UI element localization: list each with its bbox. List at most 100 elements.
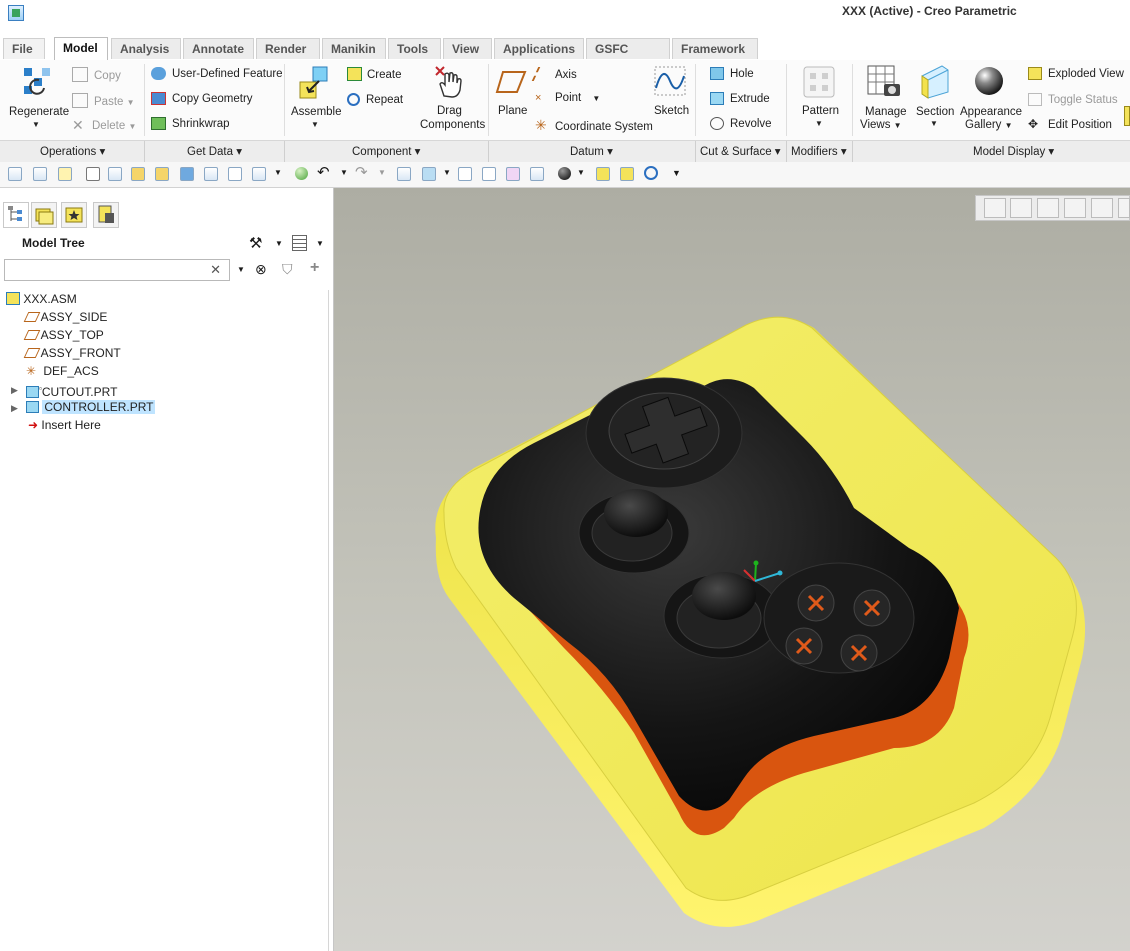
repeat-small-icon[interactable] <box>644 166 658 180</box>
open-folder-icon[interactable] <box>155 167 169 181</box>
undo-dropdown-arrow[interactable]: ▼ <box>340 168 348 177</box>
delete-button[interactable]: ✕ Delete ▼ <box>72 117 136 134</box>
tree-item-root[interactable]: XXX.ASM <box>6 290 77 308</box>
user-defined-feature-button[interactable]: User-Defined Feature <box>151 67 283 80</box>
expand-controller-icon[interactable]: ▶ <box>11 403 18 414</box>
group-model-display[interactable]: Model Display ▾ <box>973 144 1054 158</box>
ribbon-overflow-icon[interactable] <box>1124 106 1130 126</box>
favorites-tab[interactable] <box>61 202 87 228</box>
layers-icon[interactable] <box>8 167 22 181</box>
redo-dropdown-arrow[interactable]: ▼ <box>378 168 386 177</box>
open-icon[interactable] <box>108 167 122 181</box>
graphics-window[interactable] <box>334 188 1130 951</box>
model-icon[interactable] <box>33 167 47 181</box>
tree-item-assy-top[interactable]: ASSY_TOP <box>23 326 104 344</box>
tree-item-cutout[interactable]: ▫CUTOUT.PRT <box>26 380 117 399</box>
model-tree-tab[interactable] <box>3 202 29 228</box>
favorites-tab-icon <box>65 207 83 223</box>
group-get-data[interactable]: Get Data ▾ <box>187 144 242 158</box>
tab-annotate[interactable]: Annotate <box>183 38 254 59</box>
regenerate-status-icon[interactable] <box>295 167 308 180</box>
display-style-icon[interactable] <box>422 167 436 181</box>
group-cut-surface[interactable]: Cut & Surface ▾ <box>700 144 781 158</box>
tab-applications[interactable]: Applications <box>494 38 584 59</box>
create-small-icon[interactable] <box>620 167 634 181</box>
copy-button[interactable]: Copy <box>72 67 121 82</box>
delete-label: Delete <box>92 120 126 132</box>
point-button[interactable]: × Point ▼ <box>535 92 600 104</box>
select-icon[interactable] <box>58 167 72 181</box>
mapkey-icon[interactable] <box>530 167 544 181</box>
coordinate-system-button[interactable]: ✳ Coordinate System <box>535 117 653 134</box>
tree-item-insert-here[interactable]: ➜ Insert Here <box>28 416 101 434</box>
shrinkwrap-button[interactable]: Shrinkwrap <box>151 117 230 130</box>
tab-analysis[interactable]: Analysis <box>111 38 181 59</box>
point-icon: × <box>535 92 542 104</box>
repeat-button[interactable]: Repeat <box>347 93 403 106</box>
display-style-dropdown-arrow[interactable]: ▼ <box>443 168 451 177</box>
tab-manikin[interactable]: Manikin <box>322 38 386 59</box>
views-dropdown-arrow: ▼ <box>893 121 902 130</box>
add-filter-icon[interactable]: + <box>310 259 319 277</box>
paste-button[interactable]: Paste ▼ <box>72 93 135 108</box>
tab-render[interactable]: Render <box>256 38 320 59</box>
tree-item-assy-side[interactable]: ASSY_SIDE <box>23 308 107 326</box>
part-icon <box>26 401 39 413</box>
filter-icon[interactable]: ⛉ <box>282 261 293 278</box>
show-columns-icon[interactable] <box>292 235 307 251</box>
group-modifiers[interactable]: Modifiers ▾ <box>791 144 847 158</box>
show-columns-dropdown-arrow[interactable]: ▼ <box>316 239 324 248</box>
extrude-button[interactable]: Extrude <box>710 92 770 105</box>
windows-dropdown-arrow[interactable]: ▼ <box>274 168 282 177</box>
toggle-status-button[interactable]: Toggle Status <box>1028 93 1118 106</box>
group-separator <box>786 141 787 163</box>
tree-item-controller[interactable]: CONTROLLER.PRT <box>26 398 156 416</box>
analysis-icon[interactable] <box>506 167 520 181</box>
group-datum[interactable]: Datum ▾ <box>570 144 613 158</box>
tree-item-assy-front[interactable]: ASSY_FRONT <box>23 344 121 362</box>
hole-button[interactable]: Hole <box>710 67 754 80</box>
tree-settings-icon[interactable]: ⚒ <box>249 234 262 252</box>
undo-icon[interactable]: ↶ <box>317 163 330 181</box>
windows-icon[interactable] <box>252 167 266 181</box>
layer-tree-tab[interactable] <box>93 202 119 228</box>
revolve-button[interactable]: Revolve <box>710 117 772 130</box>
datum-display-icon[interactable] <box>482 167 496 181</box>
gallery-dropdown-arrow: ▼ <box>1004 121 1013 130</box>
edit-position-button[interactable]: ✥ Edit Position <box>1028 117 1112 131</box>
tree-settings-dropdown-arrow[interactable]: ▼ <box>275 239 283 248</box>
model-tree-search-field[interactable]: ✕ <box>4 259 230 281</box>
folder-browser-tab[interactable] <box>31 202 57 228</box>
tab-view[interactable]: View <box>443 38 492 59</box>
save-as-icon[interactable] <box>204 167 218 181</box>
copy-geometry-button[interactable]: Copy Geometry <box>151 92 253 105</box>
search-dropdown-arrow[interactable]: ▼ <box>237 265 245 274</box>
redo-icon[interactable]: ↷ <box>355 163 368 181</box>
tab-framework[interactable]: Framework <box>672 38 758 59</box>
tab-tools[interactable]: Tools <box>388 38 441 59</box>
expand-cutout-icon[interactable]: ▶ <box>11 385 18 396</box>
model-3d-view[interactable] <box>334 188 1130 951</box>
copy-file-icon[interactable] <box>228 167 242 181</box>
exploded-view-button[interactable]: Exploded View <box>1028 67 1124 80</box>
find-binoculars-icon[interactable]: ⊗ <box>255 261 267 278</box>
tab-model[interactable]: Model <box>54 37 108 60</box>
assemble-small-icon[interactable] <box>596 167 610 181</box>
clear-search-icon[interactable]: ✕ <box>210 262 221 278</box>
tree-item-def-acs[interactable]: ✳ DEF_ACS <box>26 362 99 380</box>
tab-gsfc-tools[interactable]: GSFC Tools <box>586 38 670 77</box>
customize-toolbar-arrow[interactable]: ▼ <box>672 168 681 178</box>
appearance-small-icon[interactable] <box>558 167 571 180</box>
tab-file[interactable]: File ▾ <box>3 38 45 77</box>
tree-divider <box>328 290 329 951</box>
new-file-icon[interactable] <box>86 167 100 181</box>
group-component[interactable]: Component ▾ <box>352 144 420 158</box>
axis-button[interactable]: Axis <box>531 67 577 81</box>
measure-icon[interactable] <box>458 167 472 181</box>
create-button[interactable]: Create <box>347 67 402 81</box>
regenerate-small-icon[interactable] <box>397 167 411 181</box>
appearance-dropdown-arrow[interactable]: ▼ <box>577 168 585 177</box>
folder-icon[interactable] <box>131 167 145 181</box>
save-icon[interactable] <box>180 167 194 181</box>
group-operations[interactable]: Operations ▾ <box>40 144 105 158</box>
